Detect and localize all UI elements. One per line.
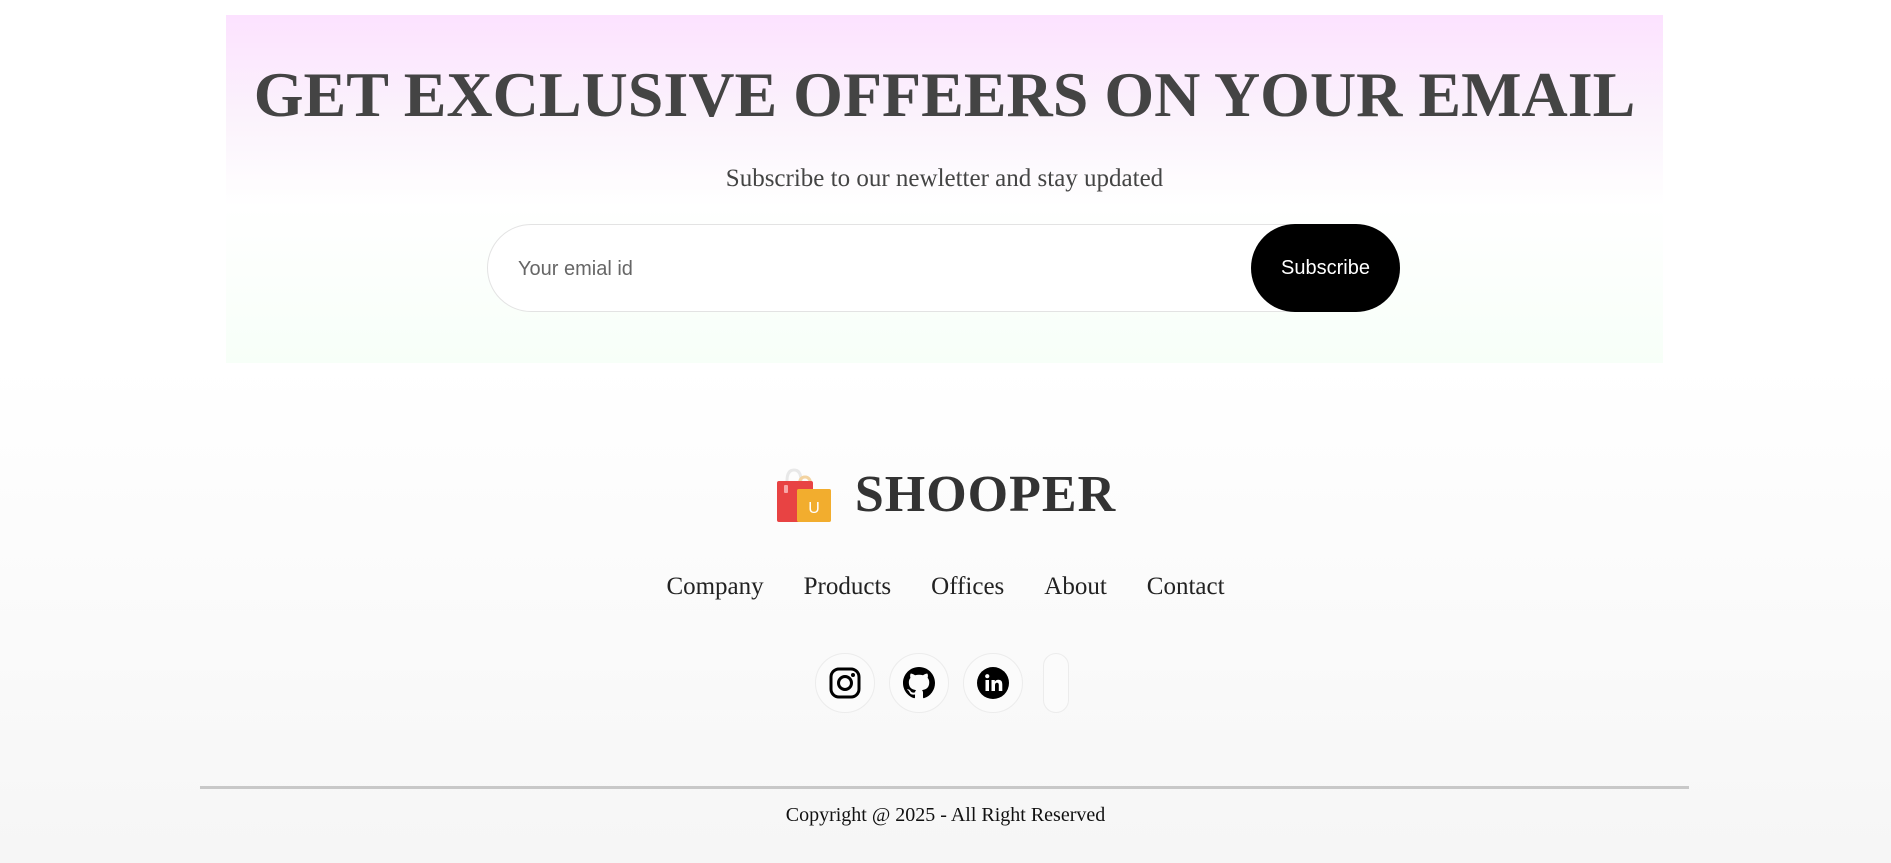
footer-divider bbox=[200, 786, 1689, 789]
footer-link-products[interactable]: Products bbox=[804, 573, 892, 601]
subscribe-form: Subscribe bbox=[487, 224, 1400, 313]
newsletter-section: GET EXCLUSIVE OFFEERS ON YOUR EMAIL Subs… bbox=[226, 15, 1663, 363]
newsletter-title: GET EXCLUSIVE OFFEERS ON YOUR EMAIL bbox=[253, 59, 1636, 130]
footer-links: Company Products Offices About Contact bbox=[0, 573, 1891, 601]
github-icon bbox=[903, 667, 935, 699]
shopping-bags-icon: U bbox=[776, 467, 831, 522]
footer-link-offices[interactable]: Offices bbox=[931, 573, 1004, 601]
subscribe-button[interactable]: Subscribe bbox=[1251, 224, 1400, 312]
empty-social-slot[interactable] bbox=[1043, 653, 1069, 713]
footer-link-contact[interactable]: Contact bbox=[1147, 573, 1225, 601]
footer-link-about[interactable]: About bbox=[1044, 573, 1107, 601]
social-links bbox=[815, 653, 1069, 713]
github-button[interactable] bbox=[889, 653, 949, 713]
linkedin-icon bbox=[977, 667, 1009, 699]
footer-brand[interactable]: U SHOOPER bbox=[0, 465, 1891, 524]
footer-link-company[interactable]: Company bbox=[666, 573, 763, 601]
linkedin-button[interactable] bbox=[963, 653, 1023, 713]
svg-text:U: U bbox=[808, 500, 820, 517]
copyright-text: Copyright @ 2025 - All Right Reserved bbox=[785, 804, 1106, 826]
instagram-button[interactable] bbox=[815, 653, 875, 713]
newsletter-subtitle: Subscribe to our newletter and stay upda… bbox=[725, 165, 1164, 192]
brand-name: SHOOPER bbox=[854, 466, 1117, 523]
instagram-icon bbox=[829, 667, 861, 699]
site-footer: U SHOOPER Company Products Offices About… bbox=[0, 363, 1891, 863]
email-input[interactable] bbox=[516, 225, 1220, 313]
